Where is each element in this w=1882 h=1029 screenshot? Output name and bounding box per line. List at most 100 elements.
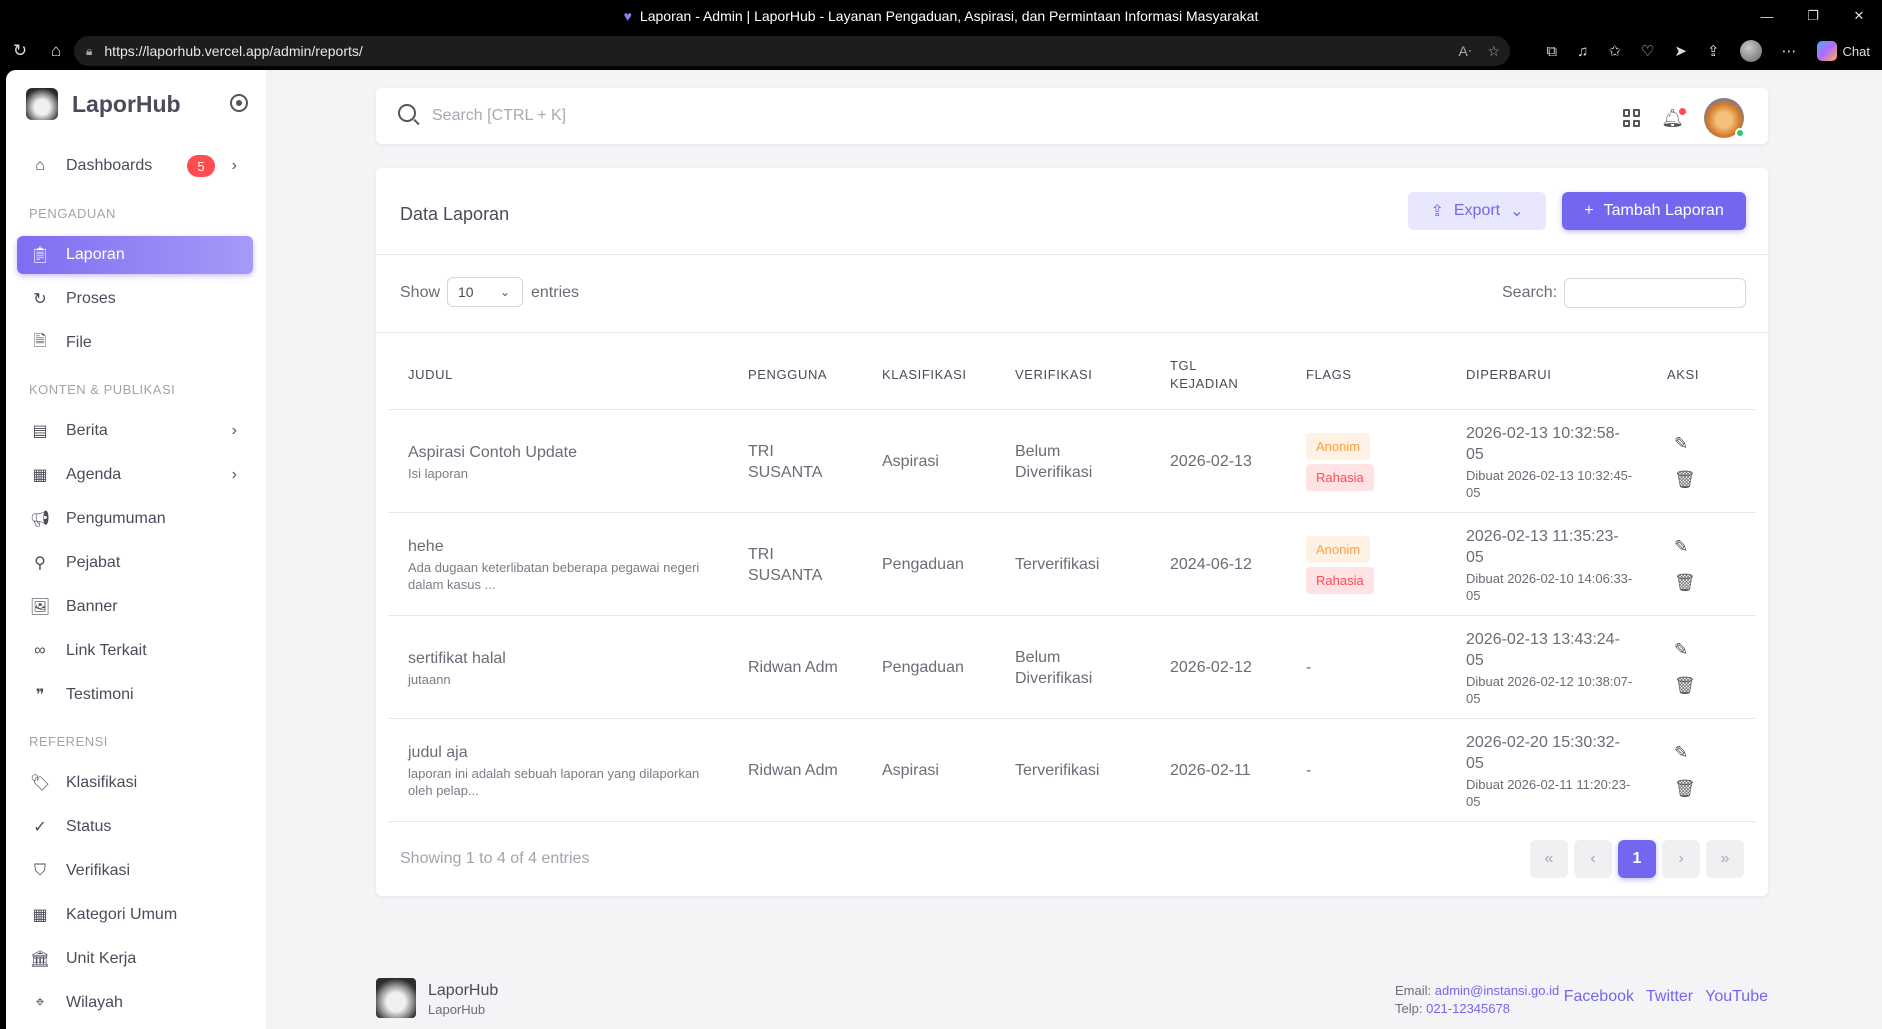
health-icon[interactable]: ♡ — [1641, 42, 1654, 60]
browser-toolbar: ⧉ ♫ ✩ ♡ ➤ ⇪ ⋯ Chat — [1546, 36, 1870, 66]
next-page-button[interactable]: › — [1662, 840, 1700, 878]
report-title[interactable]: hehe — [408, 536, 708, 557]
sidebar-item-link-terkait[interactable]: ∞ Link Terkait — [17, 632, 253, 670]
add-report-button[interactable]: + Tambah Laporan — [1562, 192, 1746, 230]
brand[interactable]: LaporHub — [26, 88, 181, 120]
sidebar-item-label: Pengumuman — [66, 510, 166, 527]
sidebar-item-laporan[interactable]: 📋︎ Laporan — [17, 236, 253, 274]
sidebar-item-kategori-umum[interactable]: ▦ Kategori Umum — [17, 896, 253, 934]
grid-icon: ▦ — [32, 907, 48, 924]
calendar-icon: ▦ — [32, 467, 48, 484]
sidebar-item-banner[interactable]: 🖼︎ Banner — [17, 588, 253, 626]
col-klasifikasi[interactable]: KLASIFIKASI — [882, 340, 967, 410]
show-label: Show — [400, 284, 441, 301]
report-title[interactable]: Aspirasi Contoh Update — [408, 442, 708, 463]
upload-icon: ⇪ — [1430, 203, 1444, 220]
col-judul[interactable]: JUDUL — [408, 340, 453, 410]
sidebar-item-pengumuman[interactable]: 📢︎ Pengumuman — [17, 500, 253, 538]
more-icon[interactable]: ⋯ — [1782, 42, 1797, 60]
cell-klasifikasi: Pengaduan — [882, 659, 964, 676]
copilot-chat-button[interactable]: Chat — [1816, 41, 1870, 61]
reload-icon[interactable]: ↻ — [4, 35, 36, 67]
sidebar-item-testimoni[interactable]: ❞ Testimoni — [17, 676, 253, 714]
delete-trash-icon[interactable]: 🗑︎ — [1674, 573, 1696, 593]
share-icon[interactable]: ⇪ — [1707, 42, 1720, 60]
delete-trash-icon[interactable]: 🗑︎ — [1674, 470, 1696, 490]
sidebar-item-pejabat[interactable]: ⚲ Pejabat — [17, 544, 253, 582]
sidebar-item-status[interactable]: ✓ Status — [17, 808, 253, 846]
sidebar-item-proses[interactable]: ↻ Proses — [17, 280, 253, 318]
sidebar-item-dashboards[interactable]: ⌂ Dashboards 5 › — [17, 147, 253, 185]
sidebar-item-agenda[interactable]: ▦ Agenda › — [17, 456, 253, 494]
send-icon[interactable]: ➤ — [1674, 42, 1687, 60]
brand-logo — [26, 88, 58, 120]
edit-pencil-icon[interactable]: ✎ — [1674, 537, 1696, 557]
cell-flags: - — [1306, 616, 1311, 719]
shortcuts-grid-icon[interactable] — [1623, 109, 1641, 127]
footer-brand-sub: LaporHub — [428, 1002, 486, 1017]
created-at: Dibuat 2026-02-10 14:06:33-05 — [1466, 570, 1633, 603]
cell-flags: Anonim Rahasia — [1306, 410, 1374, 513]
page-size-select[interactable]: 10 ⌄ — [447, 277, 523, 307]
section-title-pengaduan: PENGADUAN — [29, 206, 116, 221]
sidebar-item-wilayah[interactable]: ⌖ Wilayah — [17, 984, 253, 1022]
table-row: sertifikat halal jutaann Ridwan Adm Peng… — [388, 616, 1756, 719]
footer-logo — [376, 978, 416, 1018]
sidebar-item-label: Unit Kerja — [66, 950, 137, 967]
first-page-button[interactable]: « — [1530, 840, 1568, 878]
edit-pencil-icon[interactable]: ✎ — [1674, 743, 1696, 763]
sidebar-item-verifikasi[interactable]: ⛉ Verifikasi — [17, 852, 253, 890]
restore-icon[interactable]: ❐ — [1790, 0, 1836, 32]
report-title[interactable]: sertifikat halal — [408, 648, 708, 669]
phone-link[interactable]: 021-12345678 — [1426, 1001, 1510, 1016]
browser-title: Laporan - Admin | LaporHub - Layanan Pen… — [639, 8, 1259, 24]
col-pengguna[interactable]: PENGGUNA — [748, 340, 827, 410]
edit-pencil-icon[interactable]: ✎ — [1674, 434, 1696, 454]
sidebar-item-klasifikasi[interactable]: 🏷︎ Klasifikasi — [17, 764, 253, 802]
minimize-icon[interactable]: — — [1744, 0, 1790, 32]
delete-trash-icon[interactable]: 🗑︎ — [1674, 676, 1696, 696]
home-icon[interactable]: ⌂ — [40, 35, 72, 67]
last-page-button[interactable]: » — [1706, 840, 1744, 878]
profile-avatar[interactable] — [1739, 40, 1762, 62]
flag-rahasia-badge: Rahasia — [1306, 463, 1374, 491]
facebook-link[interactable]: Facebook — [1564, 988, 1634, 1006]
report-title[interactable]: judul aja — [408, 742, 708, 763]
youtube-link[interactable]: YouTube — [1705, 988, 1768, 1006]
music-icon[interactable]: ♫ — [1577, 43, 1588, 60]
table-search-input[interactable] — [1564, 278, 1746, 308]
sidebar-item-unit-kerja[interactable]: 🏛︎ Unit Kerja — [17, 940, 253, 978]
page-1-button[interactable]: 1 — [1618, 840, 1656, 878]
link-icon: ∞ — [34, 642, 46, 659]
cell-verifikasi: Belum Diverifikasi — [1015, 648, 1093, 687]
favorite-star-icon[interactable]: ☆ — [1487, 43, 1500, 60]
col-verifikasi[interactable]: VERIFIKASI — [1015, 340, 1093, 410]
extensions-icon[interactable]: ⧉ — [1546, 43, 1557, 60]
sidebar-item-berita[interactable]: ▤ Berita › — [17, 412, 253, 450]
global-search-input[interactable] — [432, 102, 1232, 130]
export-button[interactable]: ⇪ Export ⌄ — [1408, 192, 1546, 230]
delete-trash-icon[interactable]: 🗑︎ — [1674, 779, 1696, 799]
sidebar-item-label: Berita — [66, 422, 108, 439]
sidebar-item-label: Agenda — [66, 466, 122, 483]
favorites-icon[interactable]: ✩ — [1608, 42, 1621, 60]
sidebar-toggle-icon[interactable] — [230, 94, 248, 112]
close-icon[interactable]: ✕ — [1836, 0, 1882, 32]
table-search-label: Search: — [1502, 284, 1558, 301]
notification-bell-icon[interactable]: 🔔︎ — [1661, 107, 1686, 129]
read-aloud-icon[interactable]: Aᐧ — [1459, 43, 1472, 60]
col-flags[interactable]: FLAGS — [1306, 340, 1352, 410]
edit-pencil-icon[interactable]: ✎ — [1674, 640, 1696, 660]
col-tgl-line2: KEJADIAN — [1170, 376, 1239, 391]
email-link[interactable]: admin@instansi.go.id — [1435, 983, 1559, 998]
cell-judul: hehe Ada dugaan keterlibatan beberapa pe… — [408, 513, 708, 616]
search-icon[interactable] — [398, 104, 416, 122]
prev-page-button[interactable]: ‹ — [1574, 840, 1612, 878]
col-diperbarui[interactable]: DIPERBARUI — [1466, 340, 1551, 410]
twitter-link[interactable]: Twitter — [1646, 988, 1693, 1006]
sidebar-item-file[interactable]: 🗎 File — [17, 324, 253, 362]
url-bar[interactable]: 🔒︎ https://laporhub.vercel.app/admin/rep… — [74, 36, 1510, 66]
footer-contact: Email: admin@instansi.go.id Telp: 021-12… — [1395, 982, 1559, 1018]
col-tgl-kejadian[interactable]: TGL KEJADIAN — [1170, 340, 1238, 410]
user-avatar[interactable] — [1704, 98, 1745, 138]
